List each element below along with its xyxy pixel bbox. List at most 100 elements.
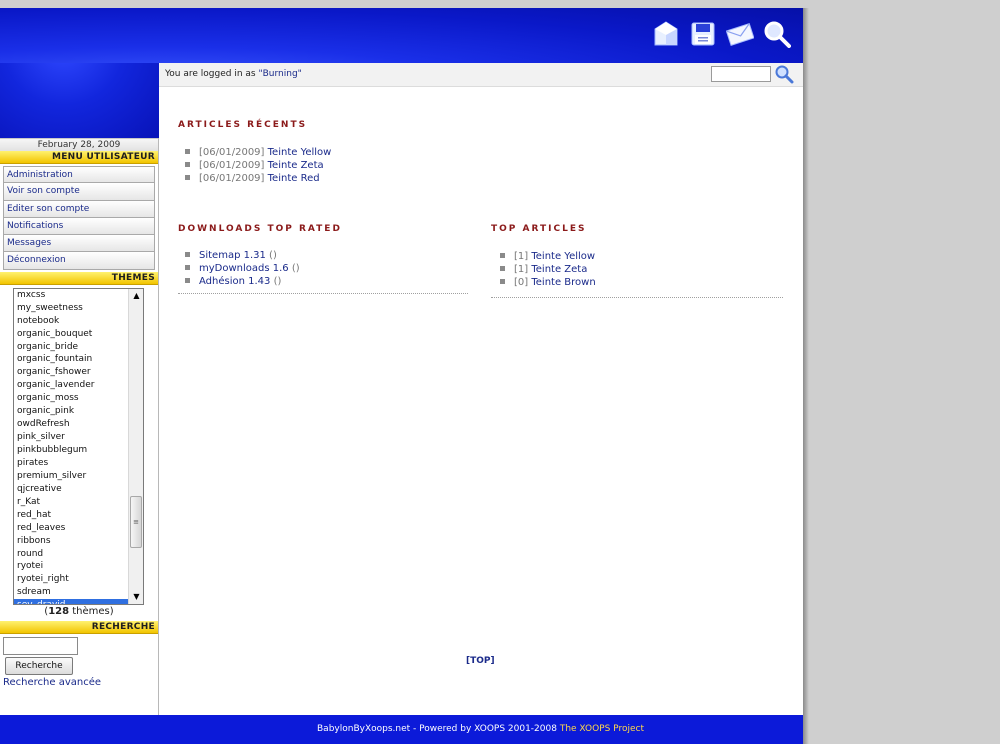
theme-option[interactable]: pink_silver xyxy=(14,431,143,444)
list-item: Sitemap 1.31 () xyxy=(185,249,300,262)
mail-icon[interactable] xyxy=(726,20,754,48)
scroll-thumb[interactable]: ≡ xyxy=(130,495,142,548)
theme-option[interactable]: qjcreative xyxy=(14,483,143,496)
theme-option[interactable]: sdream xyxy=(14,586,143,599)
bullet-icon xyxy=(500,278,505,284)
menu-item-administration[interactable]: Administration xyxy=(3,166,155,184)
footer-text: BabylonByXoops.net - Powered by XOOPS 20… xyxy=(317,724,560,734)
theme-option[interactable]: sev_dravid xyxy=(14,599,143,604)
theme-option[interactable]: red_leaves xyxy=(14,522,143,535)
downloads-list: Sitemap 1.31 () myDownloads 1.6 () Adhés… xyxy=(185,249,300,288)
article-link[interactable]: Teinte Zeta xyxy=(531,264,587,275)
sidebar: February 28, 2009 MENU UTILISATEUR Admin… xyxy=(0,138,159,715)
article-rank: [1] xyxy=(514,264,529,275)
menu-item-notifications[interactable]: Notifications xyxy=(3,217,155,236)
bullet-icon xyxy=(185,251,190,257)
menu-item-logout[interactable]: Déconnexion xyxy=(3,252,155,270)
theme-select-list[interactable]: mxcss my_sweetness notebook organic_bouquet… xyxy=(13,287,144,605)
bullet-icon xyxy=(185,174,190,180)
theme-option[interactable]: organic_bouquet xyxy=(14,328,143,341)
user-menu-title: MENU UTILISATEUR xyxy=(0,151,158,164)
search-button[interactable]: Recherche xyxy=(5,656,73,675)
xoops-project-link[interactable]: The XOOPS Project xyxy=(560,724,644,734)
theme-option[interactable]: organic_lavender xyxy=(14,379,143,392)
theme-option[interactable]: premium_silver xyxy=(14,470,143,483)
list-item: [06/01/2009] Teinte Red xyxy=(185,172,331,185)
theme-option[interactable]: ryotei_right xyxy=(14,573,143,586)
footer: BabylonByXoops.net - Powered by XOOPS 20… xyxy=(0,715,803,744)
theme-option[interactable]: mxcss xyxy=(14,289,143,302)
theme-option[interactable]: my_sweetness xyxy=(14,302,143,315)
magnifier-icon xyxy=(775,65,794,84)
bullet-icon xyxy=(185,264,190,270)
theme-option[interactable]: ryotei xyxy=(14,560,143,573)
bullet-icon xyxy=(185,161,190,167)
themes-title: THEMES xyxy=(0,271,158,285)
login-status: You are logged in as "Burning" xyxy=(165,69,302,79)
article-link[interactable]: Teinte Yellow xyxy=(268,147,332,158)
home-icon[interactable] xyxy=(652,20,680,48)
theme-option[interactable]: r_Kat xyxy=(14,496,143,509)
theme-option[interactable]: owdRefresh xyxy=(14,418,143,431)
header-side-banner xyxy=(0,63,159,138)
list-item: [1] Teinte Yellow xyxy=(500,250,596,263)
theme-option[interactable]: notebook xyxy=(14,315,143,328)
theme-option[interactable]: organic_moss xyxy=(14,392,143,405)
article-link[interactable]: Teinte Red xyxy=(268,173,320,184)
bullet-icon xyxy=(500,252,505,258)
theme-option[interactable]: organic_fshower xyxy=(14,366,143,379)
header-search-button[interactable] xyxy=(774,64,794,84)
theme-option[interactable]: organic_bride xyxy=(14,341,143,354)
theme-option[interactable]: pirates xyxy=(14,457,143,470)
theme-count: (128 thèmes) xyxy=(0,606,158,620)
article-rank: [0] xyxy=(514,277,529,288)
scroll-down-arrow-icon[interactable]: ▼ xyxy=(129,590,143,604)
article-link[interactable]: Teinte Yellow xyxy=(531,251,595,262)
theme-option[interactable]: ribbons xyxy=(14,535,143,548)
article-date: [06/01/2009] xyxy=(199,147,265,158)
page-shadow xyxy=(803,8,809,744)
article-date: [06/01/2009] xyxy=(199,160,265,171)
scroll-up-arrow-icon[interactable]: ▲ xyxy=(129,289,143,303)
header-banner xyxy=(0,8,803,63)
list-item: myDownloads 1.6 () xyxy=(185,262,300,275)
download-rating: () xyxy=(270,276,282,287)
recent-articles-list: [06/01/2009] Teinte Yellow [06/01/2009] … xyxy=(185,146,331,185)
theme-option[interactable]: organic_pink xyxy=(14,405,143,418)
theme-option[interactable]: pinkbubblegum xyxy=(14,444,143,457)
list-item: [1] Teinte Zeta xyxy=(500,263,596,276)
bullet-icon xyxy=(500,265,505,271)
download-rating: () xyxy=(265,250,277,261)
username-link[interactable]: "Burning" xyxy=(258,69,301,79)
page: You are logged in as "Burning" February … xyxy=(0,8,803,744)
theme-list-scrollbar[interactable]: ▲ ≡ ▼ xyxy=(128,288,143,604)
article-link[interactable]: Teinte Brown xyxy=(531,277,595,288)
advanced-search-link[interactable]: Recherche avancée xyxy=(3,677,158,688)
theme-option[interactable]: round xyxy=(14,548,143,561)
download-link[interactable]: myDownloads 1.6 xyxy=(199,263,289,274)
menu-item-view-account[interactable]: Voir son compte xyxy=(3,183,155,201)
menu-item-messages[interactable]: Messages xyxy=(3,235,155,253)
header-search-input[interactable] xyxy=(711,66,771,82)
section-divider xyxy=(491,297,783,298)
sidebar-search-input[interactable] xyxy=(3,636,78,655)
user-menu: Administration Voir son compte Editer so… xyxy=(3,166,155,270)
list-item: [06/01/2009] Teinte Yellow xyxy=(185,146,331,159)
list-item: [06/01/2009] Teinte Zeta xyxy=(185,159,331,172)
download-link[interactable]: Sitemap 1.31 xyxy=(199,250,266,261)
save-icon[interactable] xyxy=(689,20,717,48)
downloads-top-rated-title: DOWNLOADS TOP RATED xyxy=(178,224,342,234)
article-rank: [1] xyxy=(514,251,529,262)
search-icon[interactable] xyxy=(763,20,791,48)
back-to-top-link[interactable]: [TOP] xyxy=(466,656,495,666)
search-title: RECHERCHE xyxy=(0,620,158,634)
article-link[interactable]: Teinte Zeta xyxy=(268,160,324,171)
top-articles-list: [1] Teinte Yellow [1] Teinte Zeta [0] Te… xyxy=(500,250,596,289)
login-prefix: You are logged in as xyxy=(165,69,259,79)
download-link[interactable]: Adhésion 1.43 xyxy=(199,276,270,287)
theme-option[interactable]: red_hat xyxy=(14,509,143,522)
current-date: February 28, 2009 xyxy=(0,138,158,151)
download-rating: () xyxy=(288,263,300,274)
menu-item-edit-account[interactable]: Editer son compte xyxy=(3,200,155,218)
theme-option[interactable]: organic_fountain xyxy=(14,353,143,366)
